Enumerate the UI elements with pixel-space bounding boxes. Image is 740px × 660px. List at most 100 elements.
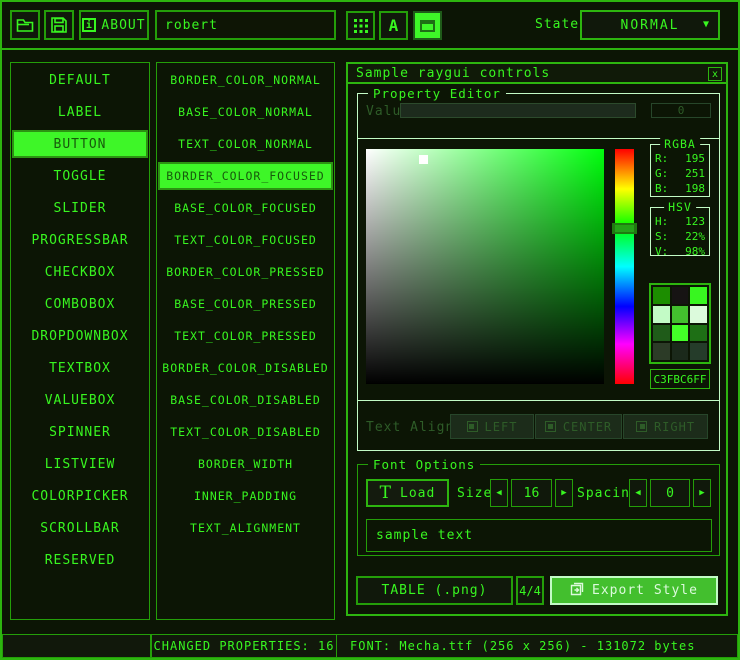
align-right-label: RIGHT bbox=[654, 420, 695, 434]
s-label: S: bbox=[655, 230, 668, 243]
text-t-icon: T bbox=[380, 483, 392, 503]
export-format-label: TABLE (.png) bbox=[382, 583, 488, 598]
list-item[interactable]: TOGGLE bbox=[11, 162, 149, 190]
list-item[interactable]: TEXT_COLOR_DISABLED bbox=[157, 418, 334, 446]
align-right-button[interactable]: RIGHT bbox=[623, 414, 708, 439]
list-item[interactable]: LISTVIEW bbox=[11, 450, 149, 478]
spacing-decrease-button[interactable]: ◀ bbox=[629, 479, 647, 507]
align-left-button[interactable]: LEFT bbox=[450, 414, 534, 439]
rgba-group-label: RGBA bbox=[660, 137, 700, 151]
size-increase-button[interactable]: ▶ bbox=[555, 479, 573, 507]
spacing-increase-button[interactable]: ▶ bbox=[693, 479, 711, 507]
statusbar-font-info: FONT: Mecha.ttf (256 x 256) - 131072 byt… bbox=[336, 634, 738, 658]
swatch bbox=[690, 343, 707, 360]
hue-bar[interactable] bbox=[615, 149, 634, 384]
swatch bbox=[672, 306, 689, 323]
export-style-button[interactable]: Export Style bbox=[550, 576, 718, 605]
list-item[interactable]: BORDER_COLOR_NORMAL bbox=[157, 66, 334, 94]
list-item[interactable]: SCROLLBAR bbox=[11, 514, 149, 542]
align-right-icon bbox=[636, 421, 647, 432]
export-format-dropdown[interactable]: TABLE (.png) bbox=[356, 576, 513, 605]
list-item[interactable]: BORDER_COLOR_PRESSED bbox=[157, 258, 334, 286]
swatch bbox=[653, 325, 670, 342]
arrow-right-icon: ▶ bbox=[699, 488, 704, 498]
list-item[interactable]: TEXTBOX bbox=[11, 354, 149, 382]
statusbar-empty-cell bbox=[2, 634, 151, 658]
list-item[interactable]: TEXT_ALIGNMENT bbox=[157, 514, 334, 542]
style-table-view-button[interactable] bbox=[346, 11, 375, 40]
list-item[interactable]: DEFAULT bbox=[11, 66, 149, 94]
size-decrease-button[interactable]: ◀ bbox=[490, 479, 508, 507]
hsv-s-row: S: 22% bbox=[655, 230, 705, 243]
list-item[interactable]: BORDER_COLOR_DISABLED bbox=[157, 354, 334, 382]
saturation-value-square[interactable] bbox=[366, 149, 604, 384]
list-item[interactable]: DROPDOWNBOX bbox=[11, 322, 149, 350]
list-item[interactable]: SLIDER bbox=[11, 194, 149, 222]
rgba-b-row: B: 198 bbox=[655, 182, 705, 195]
property-editor-group-label: Property Editor bbox=[368, 86, 506, 101]
toolbar: i ABOUT A State: NORMAL ▼ bbox=[2, 2, 738, 50]
list-item[interactable]: TEXT_COLOR_PRESSED bbox=[157, 322, 334, 350]
list-item[interactable]: BASE_COLOR_PRESSED bbox=[157, 290, 334, 318]
sample-text-box[interactable]: sample text bbox=[366, 519, 712, 552]
window-panel-icon bbox=[420, 20, 435, 32]
list-item[interactable]: TEXT_COLOR_NORMAL bbox=[157, 130, 334, 158]
state-dropdown[interactable]: NORMAL ▼ bbox=[580, 10, 720, 40]
list-item[interactable]: CHECKBOX bbox=[11, 258, 149, 286]
list-item[interactable]: LABEL bbox=[11, 98, 149, 126]
list-item[interactable]: COMBOBOX bbox=[11, 290, 149, 318]
hsv-h-row: H: 123 bbox=[655, 215, 705, 228]
load-font-button[interactable]: T Load bbox=[366, 479, 449, 507]
font-info-text: FONT: Mecha.ttf (256 x 256) - 131072 byt… bbox=[350, 639, 695, 653]
spacing-value-box[interactable]: 0 bbox=[650, 479, 690, 507]
controls-list: DEFAULT LABEL BUTTON TOGGLE SLIDER PROGR… bbox=[10, 62, 150, 620]
size-value-box[interactable]: 16 bbox=[511, 479, 552, 507]
about-button[interactable]: i ABOUT bbox=[79, 10, 149, 40]
chevron-down-icon: ▼ bbox=[703, 19, 711, 30]
color-cursor[interactable] bbox=[419, 155, 428, 164]
font-view-button[interactable]: A bbox=[379, 11, 408, 40]
list-item[interactable]: VALUEBOX bbox=[11, 386, 149, 414]
list-item[interactable]: BASE_COLOR_DISABLED bbox=[157, 386, 334, 414]
list-item[interactable]: TEXT_COLOR_FOCUSED bbox=[157, 226, 334, 254]
list-item[interactable]: RESERVED bbox=[11, 546, 149, 574]
b-value: 198 bbox=[685, 182, 705, 195]
style-name-input[interactable] bbox=[155, 10, 336, 40]
hex-color-input[interactable]: C3FBC6FF bbox=[650, 369, 710, 389]
list-item-selected[interactable]: BUTTON bbox=[12, 130, 148, 158]
floppy-disk-icon bbox=[51, 17, 67, 33]
list-item[interactable]: BORDER_WIDTH bbox=[157, 450, 334, 478]
list-item[interactable]: BASE_COLOR_FOCUSED bbox=[157, 194, 334, 222]
open-style-button[interactable] bbox=[10, 10, 40, 40]
align-center-button[interactable]: CENTER bbox=[535, 414, 622, 439]
list-item[interactable]: PROGRESSBAR bbox=[11, 226, 149, 254]
font-options-group: Font Options T Load Size: ◀ 16 ▶ Spacing… bbox=[357, 464, 720, 556]
controls-view-button[interactable] bbox=[413, 11, 442, 40]
font-options-group-label: Font Options bbox=[368, 457, 480, 472]
window-close-button[interactable]: x bbox=[708, 67, 722, 81]
window-titlebar[interactable]: Sample raygui controls bbox=[348, 64, 726, 84]
properties-list: BORDER_COLOR_NORMAL BASE_COLOR_NORMAL TE… bbox=[156, 62, 335, 620]
export-style-label: Export Style bbox=[592, 583, 698, 598]
value-box[interactable]: 0 bbox=[651, 103, 711, 118]
swatch bbox=[653, 343, 670, 360]
v-label: V: bbox=[655, 245, 668, 258]
value-slider[interactable] bbox=[400, 103, 636, 118]
statusbar-changed-properties: CHANGED PROPERTIES: 16 bbox=[151, 634, 337, 658]
close-icon: x bbox=[712, 69, 718, 80]
g-value: 251 bbox=[685, 167, 705, 180]
list-item-selected[interactable]: BORDER_COLOR_FOCUSED bbox=[158, 162, 333, 190]
save-style-button[interactable] bbox=[44, 10, 74, 40]
list-item[interactable]: COLORPICKER bbox=[11, 482, 149, 510]
list-item[interactable]: INNER_PADDING bbox=[157, 482, 334, 510]
list-item[interactable]: BASE_COLOR_NORMAL bbox=[157, 98, 334, 126]
export-pages-box[interactable]: 4/4 bbox=[516, 576, 544, 605]
list-item[interactable]: SPINNER bbox=[11, 418, 149, 446]
letter-a-icon: A bbox=[389, 16, 399, 35]
align-center-icon bbox=[545, 421, 556, 432]
arrow-right-icon: ▶ bbox=[561, 488, 566, 498]
style-color-swatches bbox=[649, 283, 711, 364]
rgba-r-row: R: 195 bbox=[655, 152, 705, 165]
value-box-text: 0 bbox=[678, 104, 685, 117]
hue-selector[interactable] bbox=[612, 223, 637, 234]
